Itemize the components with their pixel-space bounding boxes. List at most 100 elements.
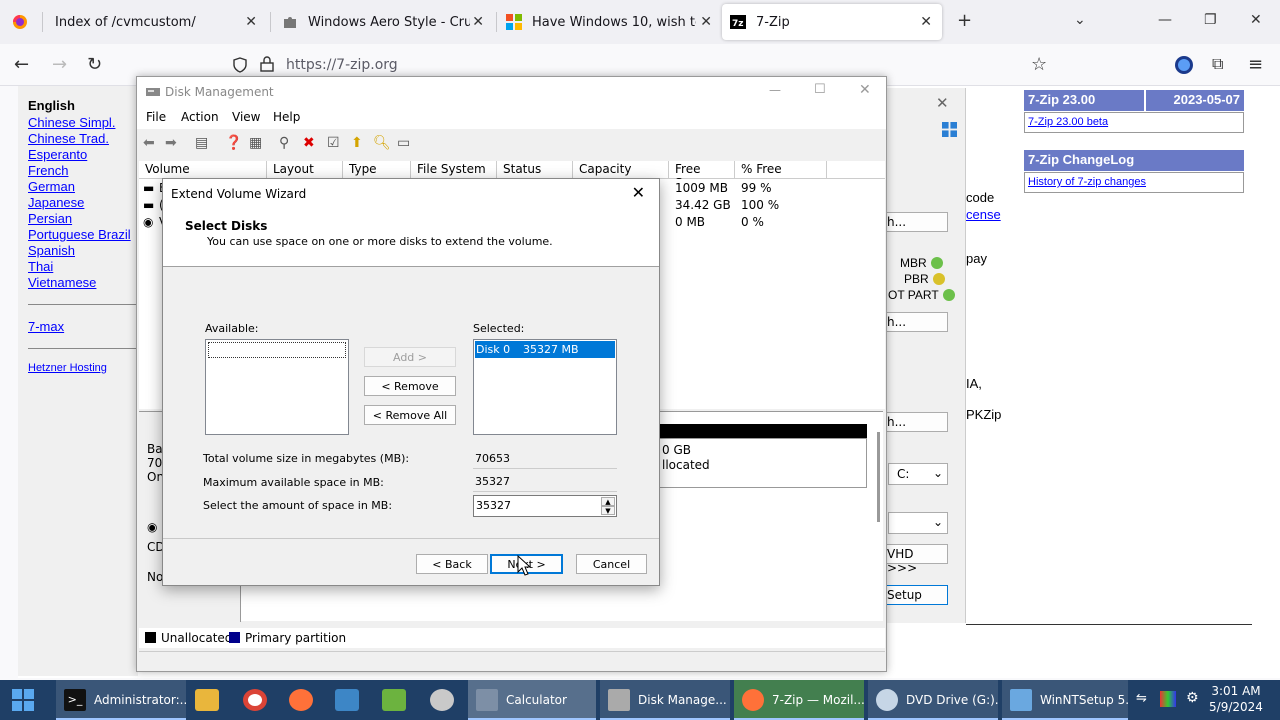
close-icon[interactable]: ✕: [632, 183, 645, 202]
forward-arrow-icon[interactable]: →: [52, 54, 67, 75]
close-window-button[interactable]: ✕: [859, 82, 871, 98]
tab-windows-10-dual[interactable]: Have Windows 10, wish to dual ✕: [506, 0, 720, 44]
restore-button[interactable]: ❐: [1204, 12, 1217, 28]
system-clock[interactable]: 3:01 AM 5/9/2024: [1208, 683, 1264, 715]
license-link[interactable]: cense: [966, 207, 1001, 222]
taskbar-item-calculator[interactable]: Calculator: [468, 680, 596, 720]
language-link[interactable]: Japanese: [28, 195, 84, 210]
remove-button[interactable]: < Remove: [364, 376, 456, 396]
minimize-button[interactable]: —: [1158, 12, 1172, 28]
firefox-menu-icon[interactable]: [12, 14, 28, 30]
maximize-button[interactable]: ☐: [814, 82, 826, 97]
tool-icon[interactable]: [430, 689, 454, 711]
list-all-tabs-icon[interactable]: ⌄: [1074, 12, 1086, 28]
menu-file[interactable]: File: [146, 110, 166, 124]
reload-icon[interactable]: ↻: [87, 54, 102, 75]
delete-icon[interactable]: ✖: [303, 135, 315, 151]
close-window-button[interactable]: ✕: [1250, 12, 1262, 28]
list-item[interactable]: Disk 0 35327 MB: [475, 341, 615, 358]
column-header-volume[interactable]: Volume: [139, 161, 267, 179]
vhd-button[interactable]: VHD >>>: [886, 544, 948, 575]
taskbar-item-firefox[interactable]: 7-Zip — Mozil...: [734, 680, 864, 720]
search-button[interactable]: h...: [886, 312, 948, 332]
setup-button[interactable]: Setup: [886, 585, 948, 605]
column-header-type[interactable]: Type: [343, 161, 411, 179]
close-icon[interactable]: ✕: [920, 14, 932, 30]
7max-link[interactable]: 7-max: [28, 319, 64, 334]
back-arrow-icon[interactable]: ←: [14, 54, 29, 75]
console-tree-icon[interactable]: ▤: [195, 135, 208, 151]
help-icon[interactable]: ❓: [225, 135, 242, 151]
notepad-icon[interactable]: [335, 689, 359, 711]
language-link[interactable]: Chinese Simpl.: [28, 115, 115, 130]
forward-arrow-icon[interactable]: ➡: [165, 135, 177, 151]
shield-icon[interactable]: [232, 57, 248, 73]
hetzner-hosting-link[interactable]: Hetzner Hosting: [28, 362, 107, 374]
selected-disks-list[interactable]: Disk 0 35327 MB: [473, 339, 617, 435]
lock-icon[interactable]: [260, 56, 274, 72]
drive-select[interactable]: C: ⌄: [888, 463, 948, 485]
connect-icon[interactable]: ⚲: [279, 135, 289, 151]
view-icon[interactable]: ▭: [397, 135, 410, 151]
checklist-icon[interactable]: ☑: [327, 135, 340, 151]
chrome-icon[interactable]: [243, 689, 267, 711]
url-bar[interactable]: https://7-zip.org: [226, 51, 1066, 79]
new-tab-button[interactable]: +: [957, 10, 972, 31]
available-disks-list[interactable]: [205, 339, 349, 435]
language-link[interactable]: Esperanto: [28, 147, 87, 162]
extensions-icon[interactable]: ⧉: [1212, 54, 1223, 74]
language-link[interactable]: Portuguese Brazil: [28, 227, 131, 242]
cancel-button[interactable]: Cancel: [576, 554, 647, 574]
column-header-percent-free[interactable]: % Free: [735, 161, 827, 179]
taskbar-item-dvd-drive[interactable]: DVD Drive (G:)...: [868, 680, 998, 720]
hamburger-menu-icon[interactable]: ≡: [1248, 54, 1263, 75]
tab-7zip[interactable]: 7z 7-Zip ✕: [722, 4, 942, 40]
column-header-file-system[interactable]: File System: [411, 161, 497, 179]
unallocated-partition[interactable]: 0 GB llocated: [659, 438, 867, 488]
language-link[interactable]: Spanish: [28, 243, 75, 258]
options-select[interactable]: ⌄: [888, 512, 948, 534]
amount-spinner[interactable]: 35327 ▲ ▼: [473, 495, 617, 517]
amount-value[interactable]: 35327: [476, 499, 511, 512]
menu-help[interactable]: Help: [273, 110, 300, 124]
search-button[interactable]: h...: [886, 412, 948, 432]
taskbar-item-disk-management[interactable]: Disk Manage...: [600, 680, 730, 720]
changelog-link[interactable]: History of 7-zip changes: [1024, 172, 1244, 193]
settings-icon[interactable]: ⚙: [1186, 690, 1199, 706]
tab-aero-style[interactable]: Windows Aero Style - Crusty W ✕: [282, 0, 492, 44]
menu-action[interactable]: Action: [181, 110, 219, 124]
close-icon[interactable]: ✕: [245, 14, 257, 30]
close-icon[interactable]: ✕: [936, 94, 949, 112]
back-arrow-icon[interactable]: ⬅: [143, 135, 155, 151]
start-button-icon[interactable]: [12, 689, 34, 711]
column-header-status[interactable]: Status: [497, 161, 573, 179]
language-link[interactable]: French: [28, 163, 68, 178]
properties-icon[interactable]: ▦: [249, 135, 262, 151]
close-icon[interactable]: ✕: [472, 14, 484, 30]
search-button[interactable]: h...: [886, 212, 948, 232]
language-link[interactable]: Chinese Trad.: [28, 131, 109, 146]
bookmark-star-icon[interactable]: ☆: [1031, 54, 1047, 75]
spin-down-button[interactable]: ▼: [601, 506, 615, 515]
url-text[interactable]: https://7-zip.org: [286, 57, 398, 73]
column-header-layout[interactable]: Layout: [267, 161, 343, 179]
account-icon[interactable]: [1174, 55, 1194, 75]
folder-search-icon[interactable]: 🔍︎: [373, 135, 391, 151]
add-button[interactable]: Add >: [364, 347, 456, 367]
scrollbar[interactable]: [877, 432, 880, 522]
color-app-icon[interactable]: [1160, 691, 1176, 707]
column-header-free-space[interactable]: Free Spa...: [669, 161, 735, 190]
minimize-button[interactable]: —: [769, 83, 781, 97]
editor-icon[interactable]: [382, 689, 406, 711]
taskbar-item-terminal[interactable]: >_ Administrator:...: [56, 680, 186, 720]
language-link[interactable]: Persian: [28, 211, 72, 226]
close-icon[interactable]: ✕: [700, 14, 712, 30]
language-link[interactable]: Thai: [28, 259, 53, 274]
tab-index-cvmcustom[interactable]: Index of /cvmcustom/ ✕: [55, 0, 265, 44]
taskbar-item-winntsetup[interactable]: WinNTSetup 5...: [1002, 680, 1128, 720]
language-link[interactable]: Vietnamese: [28, 275, 96, 290]
network-icon[interactable]: ⇋: [1136, 691, 1147, 706]
spin-up-button[interactable]: ▲: [601, 497, 615, 506]
beta-link[interactable]: 7-Zip 23.00 beta: [1024, 112, 1244, 133]
remove-all-button[interactable]: < Remove All: [364, 405, 456, 425]
